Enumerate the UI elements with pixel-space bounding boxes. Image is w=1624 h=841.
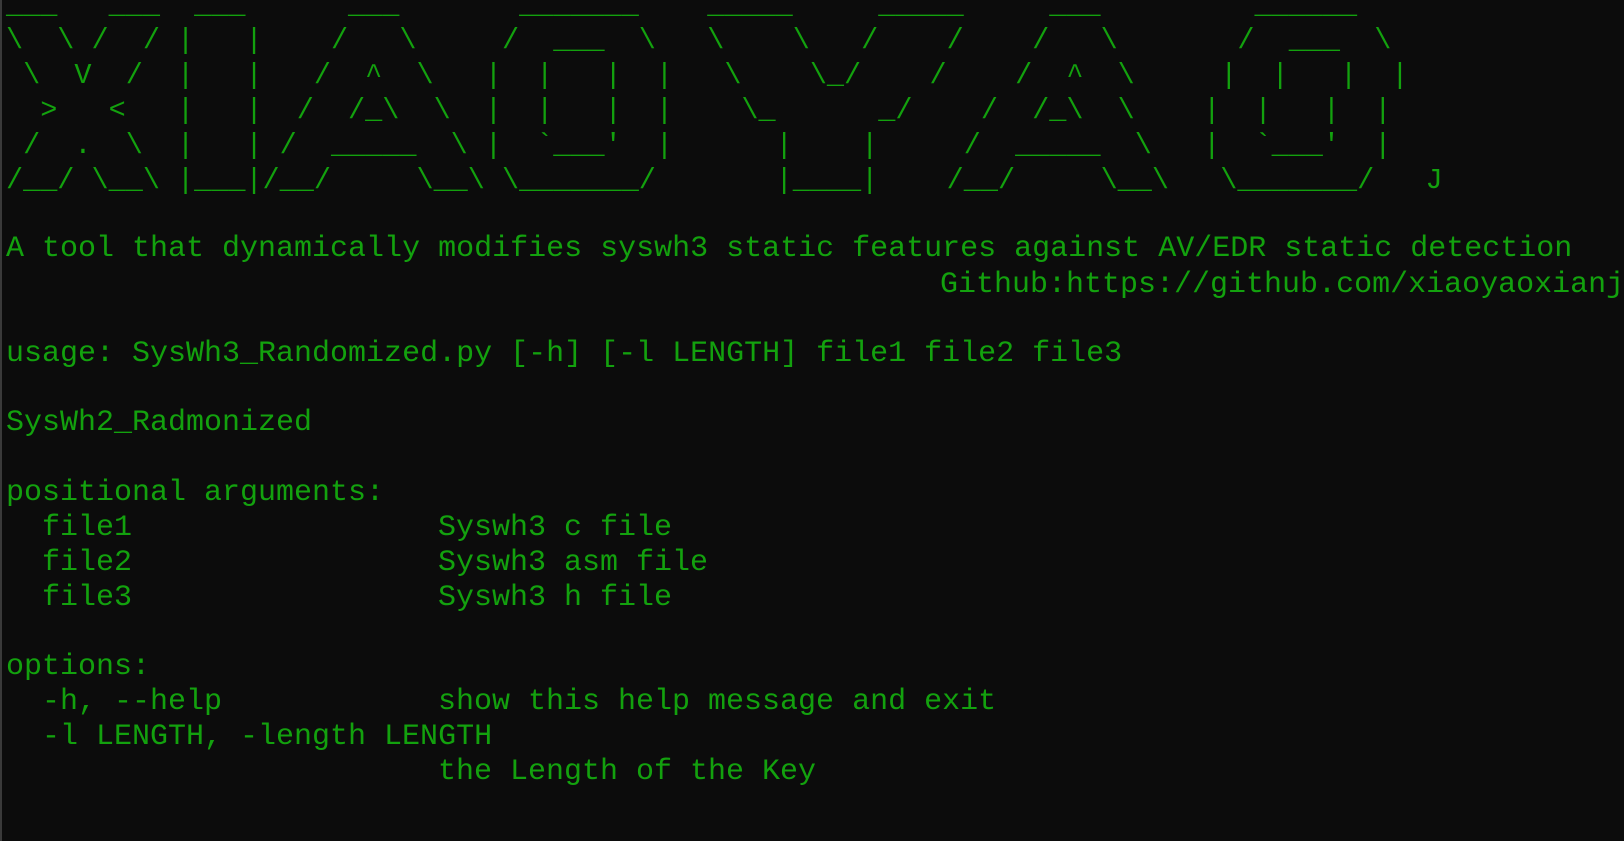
banner-line: > < | | / /_\ \ | | | | \_ _/ / /_\ \ | … xyxy=(6,94,1392,127)
window-left-border xyxy=(0,0,2,841)
banner-line: / . \ | | / _____ \ | `___' | | | / ____… xyxy=(6,129,1392,162)
ascii-art-banner: ___ ___ ___ ___ _______ _____ _____ ___ … xyxy=(6,0,1443,198)
terminal-window[interactable]: ___ ___ ___ ___ _______ _____ _____ ___ … xyxy=(0,0,1624,841)
arg-desc-file1: Syswh3 c file xyxy=(438,511,673,545)
tool-description: A tool that dynamically modifies syswh3 … xyxy=(6,232,1573,266)
github-link-text: Github:https://github.com/xiaoyaoxianj xyxy=(940,268,1624,302)
banner-line: \ V / | | / ^ \ | | | | \ \_/ / / ^ \ | … xyxy=(6,59,1409,92)
arg-desc-file3: Syswh3 h file xyxy=(438,581,673,615)
arg-name-file3: file3 xyxy=(42,581,133,615)
option-name-help: -h, --help xyxy=(42,685,223,719)
arg-name-file1: file1 xyxy=(42,511,133,545)
option-desc-length: the Length of the Key xyxy=(438,755,817,789)
banner-line: /__/ \__\ |___|/__/ \__\ \_______/ |____… xyxy=(6,164,1443,197)
usage-line: usage: SysWh3_Randomized.py [-h] [-l LEN… xyxy=(6,337,1123,371)
positional-args-header: positional arguments: xyxy=(6,476,385,510)
program-name: SysWh2_Radmonized xyxy=(6,406,313,440)
banner-line: \ \ / / | | / \ / ___ \ \ \ / / / \ / __… xyxy=(6,24,1392,57)
banner-line: ___ ___ ___ ___ _______ _____ _____ ___ … xyxy=(6,0,1358,22)
options-header: options: xyxy=(6,650,151,684)
option-name-length: -l LENGTH, -length LENGTH xyxy=(42,720,493,754)
arg-name-file2: file2 xyxy=(42,546,133,580)
option-desc-help: show this help message and exit xyxy=(438,685,997,719)
arg-desc-file2: Syswh3 asm file xyxy=(438,546,709,580)
